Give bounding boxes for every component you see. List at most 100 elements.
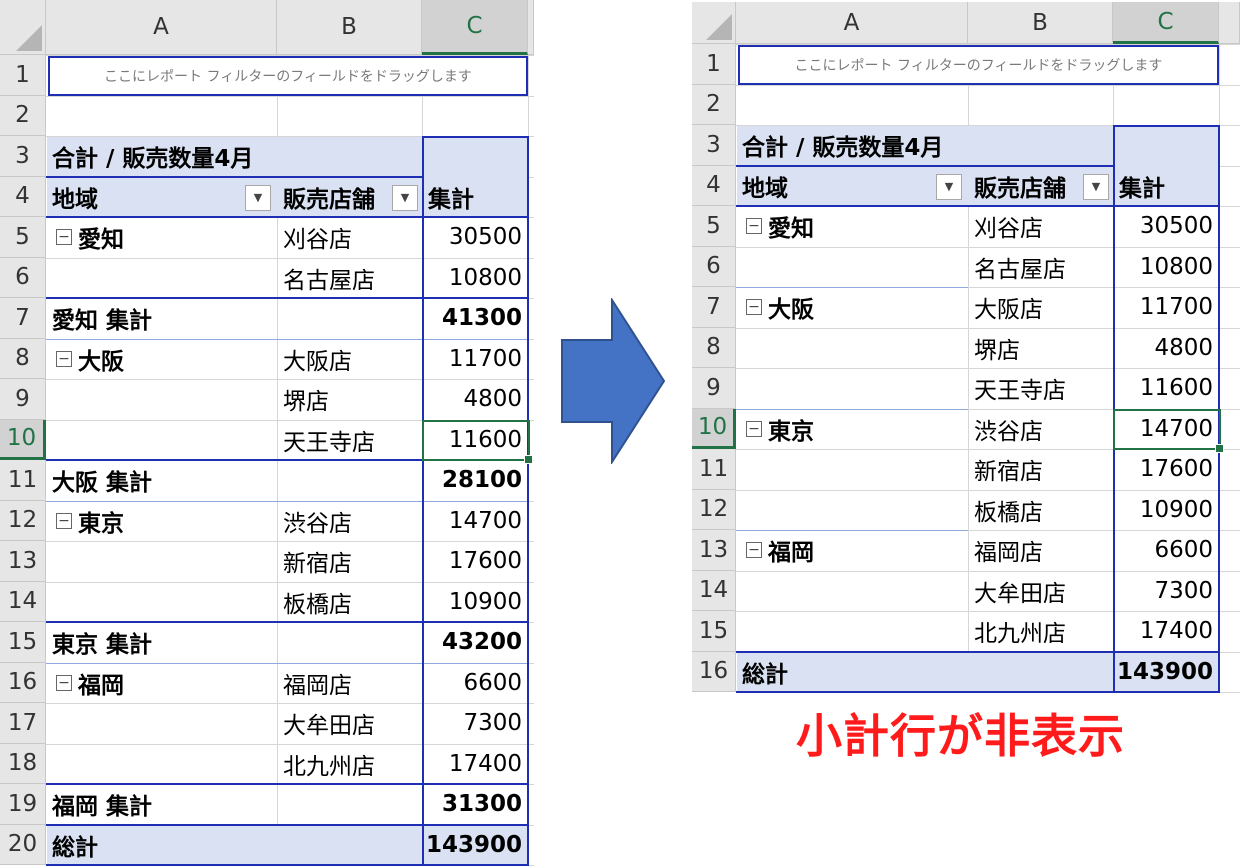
row-header-10[interactable]: 10 [0,419,46,460]
region-field-header[interactable]: 地域 [736,166,968,207]
sales-value[interactable]: 4800 [1113,328,1219,369]
row-header-12[interactable]: 12 [0,500,46,541]
store-filter-dropdown-icon[interactable]: ▼ [392,184,418,211]
row-header-3[interactable]: 3 [692,125,736,166]
store-name[interactable]: 北九州店 [968,611,1113,652]
row-header-17[interactable]: 17 [0,703,46,744]
collapse-minus-icon[interactable]: − [56,229,72,246]
store-name[interactable] [277,460,422,501]
row-header-5[interactable]: 5 [0,217,46,258]
column-header-c[interactable]: C [422,0,528,55]
row-header-15[interactable]: 15 [0,622,46,663]
store-name[interactable] [968,652,1113,693]
pivot-value-field-title[interactable]: 合計 / 販売数量4月 [736,125,1113,166]
grand-total-label[interactable]: 総計 [46,825,277,866]
subtotal-value[interactable]: 28100 [422,460,528,501]
region-label[interactable] [736,490,968,531]
sales-value[interactable]: 17400 [1113,611,1219,652]
sales-value[interactable]: 30500 [422,217,528,258]
report-filter-drop-zone[interactable]: ここにレポート フィルターのフィールドをドラッグします [48,56,528,96]
store-filter-dropdown-icon[interactable]: ▼ [1083,173,1109,200]
store-name[interactable]: 新宿店 [968,449,1113,490]
row-header-6[interactable]: 6 [0,257,46,298]
region-label[interactable]: − 愛知 [46,217,277,258]
subtotal-value[interactable]: 41300 [422,298,528,339]
sales-value[interactable]: 10800 [422,258,528,299]
store-name[interactable]: 天王寺店 [968,368,1113,409]
sales-value[interactable]: 7300 [1113,571,1219,612]
sales-value[interactable]: 17600 [1113,449,1219,490]
collapse-minus-icon[interactable]: − [746,420,762,437]
region-label[interactable]: − 大阪 [46,339,277,380]
region-label[interactable] [46,541,277,582]
total-field-header[interactable]: 集計 [1113,166,1219,207]
row-header-16[interactable]: 16 [0,662,46,703]
collapse-minus-icon[interactable]: − [56,512,72,529]
column-header-b[interactable]: B [277,0,422,55]
store-name[interactable] [277,298,422,339]
store-name[interactable] [277,784,422,825]
select-all-corner[interactable] [0,0,46,55]
region-label[interactable] [46,744,277,785]
sales-value[interactable]: 7300 [422,703,528,744]
collapse-minus-icon[interactable]: − [56,674,72,691]
row-header-1[interactable]: 1 [0,55,46,96]
column-header-d[interactable] [528,0,534,55]
region-label[interactable] [736,247,968,288]
sales-value[interactable]: 11700 [1113,287,1219,328]
store-name[interactable]: 刈谷店 [277,217,422,258]
column-header-b[interactable]: B [968,2,1113,44]
subtotal-label[interactable]: 東京 集計 [46,622,277,663]
region-label[interactable]: − 福岡 [46,663,277,704]
row-header-7[interactable]: 7 [0,298,46,339]
sales-value[interactable]: 10800 [1113,247,1219,288]
store-name[interactable]: 名古屋店 [277,258,422,299]
row-header-5[interactable]: 5 [692,206,736,247]
row-header-6[interactable]: 6 [692,246,736,287]
row-header-13[interactable]: 13 [692,530,736,571]
region-label[interactable] [736,368,968,409]
store-name[interactable]: 福岡店 [277,663,422,704]
sales-value[interactable]: 11700 [422,339,528,380]
region-label[interactable]: − 愛知 [736,206,968,247]
collapse-minus-icon[interactable]: − [746,218,762,235]
sales-value[interactable]: 4800 [422,379,528,420]
grand-total-label[interactable]: 総計 [736,652,968,693]
row-header-11[interactable]: 11 [692,449,736,490]
region-label[interactable]: − 福岡 [736,530,968,571]
row-header-20[interactable]: 20 [0,824,46,865]
collapse-minus-icon[interactable]: − [746,542,762,559]
row-header-14[interactable]: 14 [0,581,46,622]
region-label[interactable] [736,611,968,652]
active-cell-c10[interactable] [1113,408,1224,453]
store-name[interactable]: 天王寺店 [277,420,422,461]
store-name[interactable]: 大牟田店 [968,571,1113,612]
grand-total-value[interactable]: 143900 [422,825,528,866]
region-label[interactable] [736,328,968,369]
column-header-c[interactable]: C [1113,2,1219,44]
sales-value[interactable]: 14700 [422,501,528,542]
row-header-8[interactable]: 8 [692,327,736,368]
row-header-15[interactable]: 15 [692,611,736,652]
column-header-a[interactable]: A [736,2,968,44]
row-header-12[interactable]: 12 [692,489,736,530]
store-name[interactable]: 渋谷店 [968,409,1113,450]
region-label[interactable] [736,449,968,490]
region-label[interactable] [46,703,277,744]
row-header-11[interactable]: 11 [0,460,46,501]
row-header-18[interactable]: 18 [0,743,46,784]
active-cell-c10[interactable] [422,419,533,464]
store-name[interactable]: 福岡店 [968,530,1113,571]
sales-value[interactable]: 6600 [422,663,528,704]
store-name[interactable]: 堺店 [968,328,1113,369]
subtotal-label[interactable]: 福岡 集計 [46,784,277,825]
select-all-corner[interactable] [692,2,736,44]
region-field-header[interactable]: 地域 [46,177,277,218]
region-label[interactable]: − 東京 [46,501,277,542]
row-header-3[interactable]: 3 [0,136,46,177]
store-name[interactable]: 大阪店 [277,339,422,380]
region-filter-dropdown-icon[interactable]: ▼ [936,173,962,200]
subtotal-value[interactable]: 43200 [422,622,528,663]
collapse-minus-icon[interactable]: − [746,299,762,316]
row-header-16[interactable]: 16 [692,651,736,692]
